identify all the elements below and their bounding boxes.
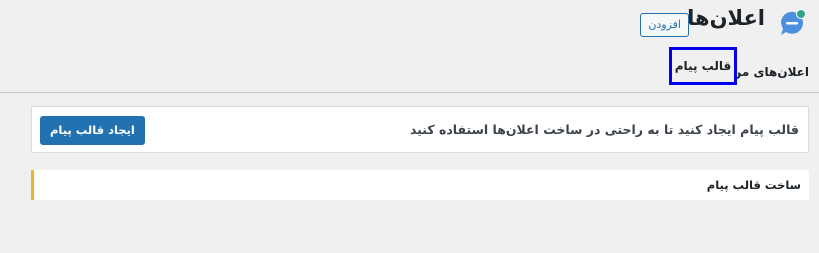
page-header: اعلان‌ها افزودن: [0, 0, 819, 46]
page-title: اعلان‌ها: [687, 6, 765, 30]
section-title: ساخت قالب پیام: [706, 178, 801, 192]
create-template-button[interactable]: ایجاد قالب پیام: [40, 116, 145, 145]
tab-my-notifications[interactable]: اعلان‌های من: [731, 65, 809, 79]
chat-bubble-icon: [777, 8, 807, 38]
build-template-section: ساخت قالب پیام: [31, 170, 809, 200]
notice-text: قالب پیام ایجاد کنید تا به راحتی در ساخت…: [409, 122, 799, 137]
create-template-notice: قالب پیام ایجاد کنید تا به راحتی در ساخت…: [31, 106, 809, 153]
tab-message-template[interactable]: قالب پیام: [669, 47, 737, 85]
tab-message-template-label: قالب پیام: [674, 59, 732, 73]
tab-bar: اعلان‌های من قالب پیام: [0, 47, 819, 93]
add-new-button[interactable]: افزودن: [640, 13, 689, 37]
